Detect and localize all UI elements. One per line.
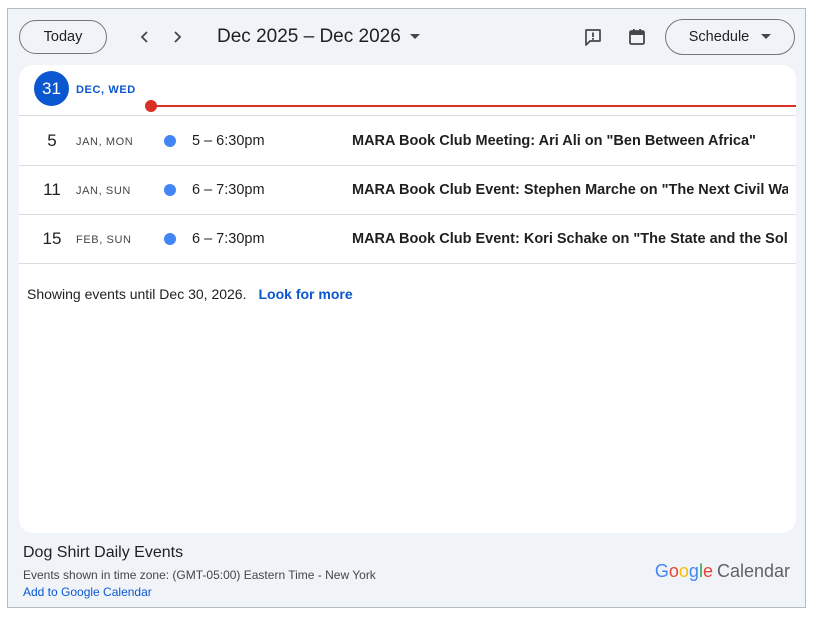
- date-range-picker[interactable]: Dec 2025 – Dec 2026: [217, 24, 420, 50]
- date-range-label: Dec 2025 – Dec 2026: [217, 26, 401, 47]
- feedback-button[interactable]: [579, 23, 607, 51]
- event-color-dot: [164, 184, 176, 196]
- event-day: 11: [43, 179, 61, 199]
- add-to-google-calendar-link[interactable]: Add to Google Calendar: [23, 585, 152, 599]
- calendar-name: Dog Shirt Daily Events: [23, 544, 184, 561]
- today-weekday-label: DEC, WED: [76, 84, 136, 96]
- event-time: 5 – 6:30pm: [192, 132, 265, 149]
- event-weekday: FEB, SUN: [76, 234, 132, 246]
- event-row[interactable]: 11 JAN, SUN 6 – 7:30pm MARA Book Club Ev…: [19, 165, 796, 215]
- event-title: MARA Book Club Event: Stephen Marche on …: [352, 181, 788, 198]
- event-title: MARA Book Club Meeting: Ari Ali on "Ben …: [352, 132, 756, 149]
- calendar-button[interactable]: [623, 23, 651, 51]
- google-calendar-logo[interactable]: Google Calendar: [655, 561, 790, 582]
- event-weekday: JAN, SUN: [76, 185, 131, 197]
- event-day: 5: [47, 130, 57, 150]
- previous-button[interactable]: [131, 23, 159, 51]
- event-color-dot: [164, 233, 176, 245]
- showing-message: Showing events until Dec 30, 2026. Look …: [27, 286, 353, 302]
- current-time-line: [151, 105, 796, 107]
- event-time: 6 – 7:30pm: [192, 230, 265, 247]
- calendar-embed: Today Dec 2025 – Dec 2026 Schedule 31 DE…: [7, 8, 806, 608]
- today-button[interactable]: Today: [19, 20, 107, 54]
- event-row[interactable]: 5 JAN, MON 5 – 6:30pm MARA Book Club Mee…: [19, 116, 796, 166]
- event-color-dot: [164, 135, 176, 147]
- event-title: MARA Book Club Event: Kori Schake on "Th…: [352, 230, 788, 247]
- toolbar: Today Dec 2025 – Dec 2026 Schedule: [8, 9, 805, 65]
- showing-text: Showing events until Dec 30, 2026.: [27, 286, 247, 302]
- view-selector[interactable]: Schedule: [665, 19, 795, 55]
- next-button[interactable]: [163, 23, 191, 51]
- event-day: 15: [42, 228, 62, 248]
- today-date-circle[interactable]: 31: [34, 71, 69, 106]
- logo-product-name: Calendar: [716, 561, 790, 581]
- schedule-panel: 31 DEC, WED 5 JAN, MON 5 – 6:30pm MARA B…: [19, 65, 796, 533]
- chevron-left-icon: [140, 31, 148, 43]
- chevron-right-icon: [174, 31, 182, 43]
- event-time: 6 – 7:30pm: [192, 181, 265, 198]
- feedback-icon: [585, 29, 601, 46]
- caret-down-icon: [409, 34, 420, 40]
- event-weekday: JAN, MON: [76, 136, 134, 148]
- event-row[interactable]: 15 FEB, SUN 6 – 7:30pm MARA Book Club Ev…: [19, 214, 796, 264]
- view-selector-label: Schedule: [688, 29, 750, 45]
- look-for-more-link[interactable]: Look for more: [258, 286, 352, 302]
- today-row: 31 DEC, WED: [19, 65, 796, 116]
- calendar-icon: [629, 29, 645, 45]
- caret-down-icon: [761, 34, 772, 40]
- timezone-text: Events shown in time zone: (GMT-05:00) E…: [23, 568, 376, 582]
